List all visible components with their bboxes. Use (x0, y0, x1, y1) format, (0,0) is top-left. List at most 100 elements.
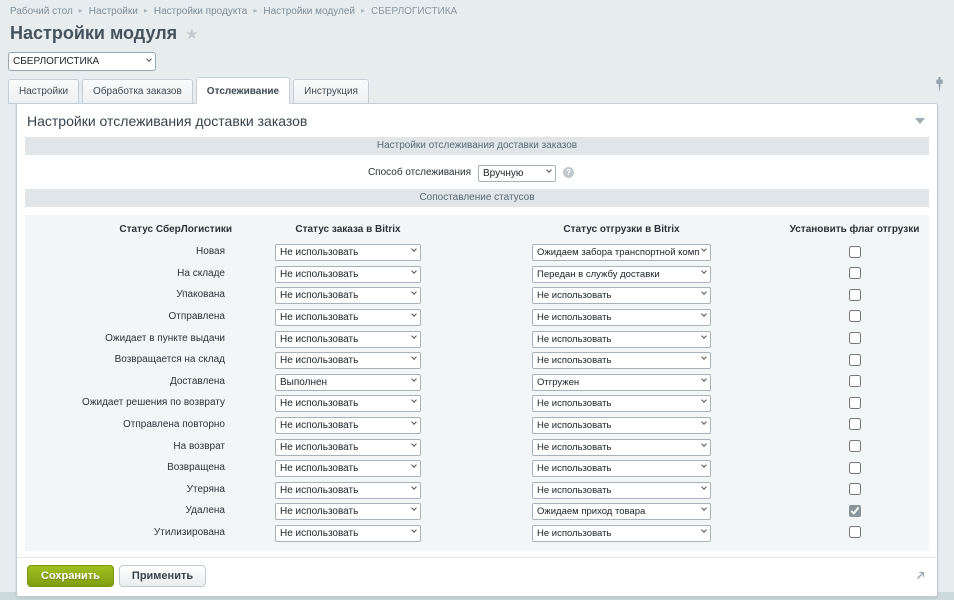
favorite-star-icon[interactable]: ★ (185, 25, 198, 43)
select-wrap: Не использовать (275, 329, 421, 348)
module-select[interactable]: СБЕРЛОГИСТИКА (8, 52, 156, 71)
shipment-flag-checkbox[interactable] (849, 440, 861, 452)
collapse-section-icon[interactable] (915, 118, 925, 124)
save-button[interactable]: Сохранить (27, 565, 114, 587)
shipment-status-select[interactable]: Не использовать (532, 460, 711, 477)
module-select-wrap: СБЕРЛОГИСТИКА (8, 51, 156, 71)
shipment-flag-cell (762, 459, 947, 477)
settings-panel: Настройки отслеживания доставки заказов … (16, 103, 938, 597)
breadcrumb-item[interactable]: Настройки модулей (263, 6, 355, 17)
tab-tracking[interactable]: Отслеживание (196, 77, 290, 104)
select-wrap: Не использовать (532, 285, 711, 304)
shipment-flag-checkbox[interactable] (849, 289, 861, 301)
tab-instruction[interactable]: Инструкция (293, 79, 369, 104)
shipment-status-select[interactable]: Не использовать (532, 287, 711, 304)
select-wrap: Не использовать (275, 285, 421, 304)
order-status-select[interactable]: Не использовать (275, 244, 421, 261)
sber-status-label: Возвращена (25, 462, 235, 473)
shipment-flag-checkbox[interactable] (849, 418, 861, 430)
button-bar: Сохранить Применить (17, 557, 937, 596)
order-status-select[interactable]: Не использовать (275, 287, 421, 304)
order-status-select[interactable]: Не использовать (275, 309, 421, 326)
order-status-select[interactable]: Не использовать (275, 439, 421, 456)
shipment-status-select[interactable]: Ожидаем забора транспортной компанией (532, 244, 711, 261)
order-status-cell: Не использовать (235, 480, 532, 499)
breadcrumb-separator-icon: ▸ (361, 6, 365, 16)
order-status-select[interactable]: Не использовать (275, 482, 421, 499)
order-status-cell: Не использовать (235, 437, 532, 456)
shipment-status-select[interactable]: Не использовать (532, 352, 711, 369)
tab-order-processing[interactable]: Обработка заказов (82, 79, 193, 104)
shipment-status-select[interactable]: Ожидаем приход товара (532, 503, 711, 520)
order-status-cell: Не использовать (235, 285, 532, 304)
shipment-status-select[interactable]: Не использовать (532, 482, 711, 499)
order-status-select[interactable]: Не использовать (275, 460, 421, 477)
shipment-status-select[interactable]: Не использовать (532, 309, 711, 326)
table-row: Ожидает в пункте выдачиНе использоватьНе… (25, 327, 929, 349)
order-status-select[interactable]: Не использовать (275, 417, 421, 434)
shipment-flag-checkbox[interactable] (849, 354, 861, 366)
shipment-flag-checkbox[interactable] (849, 267, 861, 279)
table-row: УтерянаНе использоватьНе использовать (25, 479, 929, 501)
panel-header: Настройки отслеживания доставки заказов (17, 104, 937, 137)
select-wrap: Не использовать (532, 523, 711, 542)
shipment-status-select[interactable]: Не использовать (532, 331, 711, 348)
shipment-status-select[interactable]: Отгружен (532, 374, 711, 391)
shipment-status-select[interactable]: Не использовать (532, 417, 711, 434)
order-status-select[interactable]: Не использовать (275, 525, 421, 542)
pin-icon[interactable] (935, 77, 944, 98)
order-status-select[interactable]: Не использовать (275, 352, 421, 369)
apply-button[interactable]: Применить (119, 565, 206, 587)
order-status-select[interactable]: Не использовать (275, 331, 421, 348)
table-row: ДоставленаВыполненОтгружен (25, 371, 929, 393)
sber-status-label: Ожидает решения по возврату (25, 397, 235, 408)
tab-content: Настройки отслеживания доставки заказов … (17, 137, 937, 551)
sber-status-label: Упакована (25, 289, 235, 300)
shipment-flag-checkbox[interactable] (849, 310, 861, 322)
column-header-shipment-status: Статус отгрузки в Bitrix (532, 224, 711, 235)
select-wrap: Не использовать (275, 480, 421, 499)
shipment-status-select[interactable]: Не использовать (532, 395, 711, 412)
help-icon[interactable]: ? (563, 167, 574, 178)
shipment-status-select[interactable]: Не использовать (532, 439, 711, 456)
select-wrap: Ожидаем забора транспортной компанией (532, 242, 711, 261)
breadcrumb-item: СБЕРЛОГИСТИКА (371, 6, 457, 17)
admin-page: Рабочий стол▸Настройки▸Настройки продукт… (0, 0, 954, 597)
tracking-method-select[interactable]: Вручную (478, 165, 556, 182)
order-status-cell: Выполнен (235, 372, 532, 391)
shipment-status-cell: Ожидаем забора транспортной компанией (532, 242, 762, 261)
order-status-select[interactable]: Выполнен (275, 374, 421, 391)
tracking-method-label: Способ отслеживания (25, 167, 471, 178)
sber-status-label: Новая (25, 246, 235, 257)
shipment-status-select[interactable]: Не использовать (532, 525, 711, 542)
select-wrap: Не использовать (532, 329, 711, 348)
shipment-flag-checkbox[interactable] (849, 246, 861, 258)
column-header-sber-status: Статус СберЛогистики (25, 224, 235, 235)
shipment-flag-checkbox[interactable] (849, 397, 861, 409)
select-wrap: Не использовать (275, 350, 421, 369)
shipment-flag-checkbox[interactable] (849, 375, 861, 387)
expand-icon[interactable] (915, 568, 927, 586)
tab-settings[interactable]: Настройки (8, 79, 79, 104)
shipment-flag-checkbox[interactable] (849, 483, 861, 495)
order-status-select[interactable]: Не использовать (275, 395, 421, 412)
shipment-status-select[interactable]: Передан в службу доставки (532, 266, 711, 283)
shipment-flag-checkbox[interactable] (849, 462, 861, 474)
shipment-flag-checkbox[interactable] (849, 505, 861, 517)
order-status-select[interactable]: Не использовать (275, 503, 421, 520)
order-status-cell: Не использовать (235, 307, 532, 326)
table-row: На возвратНе использоватьНе использовать (25, 435, 929, 457)
table-row: Возвращается на складНе использоватьНе и… (25, 349, 929, 371)
select-wrap: Не использовать (275, 501, 421, 520)
breadcrumb-item[interactable]: Настройки продукта (154, 6, 247, 17)
shipment-flag-cell (762, 502, 947, 520)
shipment-flag-cell (762, 394, 947, 412)
breadcrumb-item[interactable]: Настройки (89, 6, 138, 17)
shipment-flag-checkbox[interactable] (849, 332, 861, 344)
order-status-cell: Не использовать (235, 329, 532, 348)
table-row: ОтправленаНе использоватьНе использовать (25, 306, 929, 328)
order-status-select[interactable]: Не использовать (275, 266, 421, 283)
shipment-flag-checkbox[interactable] (849, 526, 861, 538)
breadcrumb-item[interactable]: Рабочий стол (10, 6, 73, 17)
table-row: Упакована Не использовать Не использовать (25, 284, 929, 306)
